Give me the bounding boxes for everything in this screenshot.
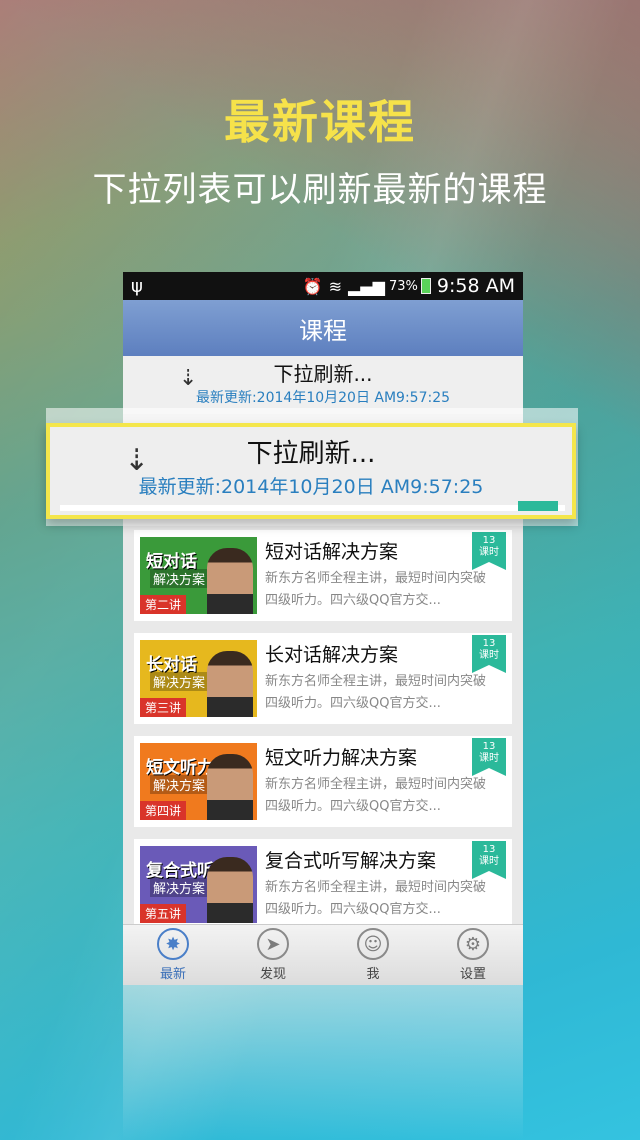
course-thumbnail: 短文听力 解决方案 第四讲 bbox=[140, 743, 257, 820]
course-title: 长对话解决方案 bbox=[265, 644, 399, 666]
lesson-count-badge: 13 课时 bbox=[472, 841, 506, 879]
course-thumbnail: 复合式听写 解决方案 第五讲 bbox=[140, 846, 257, 923]
course-title: 短对话解决方案 bbox=[265, 541, 399, 563]
phone-screen: ψ ⏰ ≋ ▂▄▆ 73% 9:58 AM 课程 ⇣ 下拉刷新... 最新更新:… bbox=[123, 272, 523, 985]
down-arrow-icon: ⇣ bbox=[124, 443, 150, 478]
page-title: 课程 bbox=[299, 316, 347, 345]
promo-headline: 最新课程 bbox=[224, 95, 416, 149]
lesson-count-badge: 13 课时 bbox=[472, 738, 506, 776]
tab-latest[interactable]: ✸ 最新 bbox=[123, 925, 223, 985]
thumb-subtitle: 解决方案 bbox=[150, 775, 209, 794]
course-description: 新东方名师全程主讲，最短时间内突破四级听力。四六级QQ官方交... bbox=[265, 674, 487, 711]
tab-label: 最新 bbox=[159, 967, 186, 982]
course-description: 新东方名师全程主讲，最短时间内突破四级听力。四六级QQ官方交... bbox=[265, 571, 487, 608]
thumb-subtitle: 解决方案 bbox=[150, 672, 209, 691]
gear-icon: ⚙ bbox=[457, 928, 489, 960]
app-title-bar: 课程 bbox=[123, 300, 523, 356]
course-title: 短文听力解决方案 bbox=[265, 747, 418, 769]
status-time: 9:58 AM bbox=[436, 275, 515, 297]
teacher-photo bbox=[207, 754, 253, 820]
course-card[interactable]: 短文听力 解决方案 第四讲 短文听力解决方案 新东方名师全程主讲，最短时间内突破… bbox=[134, 736, 512, 827]
status-bar: ψ ⏰ ≋ ▂▄▆ 73% 9:58 AM bbox=[123, 272, 523, 300]
lesson-count-badge: 13 课时 bbox=[472, 532, 506, 570]
course-card[interactable]: 长对话 解决方案 第三讲 长对话解决方案 新东方名师全程主讲，最短时间内突破四级… bbox=[134, 633, 512, 724]
down-arrow-icon: ⇣ bbox=[179, 366, 198, 391]
battery-percent: 73% bbox=[388, 278, 418, 294]
course-thumbnail: 短对话 解决方案 第二讲 bbox=[140, 537, 257, 614]
course-card[interactable]: 复合式听写 解决方案 第五讲 复合式听写解决方案 新东方名师全程主讲，最短时间内… bbox=[134, 839, 512, 930]
news-icon: ✸ bbox=[157, 928, 189, 960]
course-description: 新东方名师全程主讲，最短时间内突破四级听力。四六级QQ官方交... bbox=[265, 777, 487, 814]
pull-refresh-header[interactable]: ⇣ 下拉刷新... 最新更新:2014年10月20日 AM9:57:25 bbox=[123, 356, 523, 414]
battery-icon bbox=[420, 278, 431, 294]
phone-reflection bbox=[123, 985, 523, 1140]
thumb-subtitle: 解决方案 bbox=[150, 878, 209, 897]
pull-refresh-callout: ⇣ 下拉刷新... 最新更新:2014年10月20日 AM9:57:25 bbox=[46, 423, 576, 519]
lesson-count-badge: 13 课时 bbox=[472, 635, 506, 673]
tab-me[interactable]: ☺ 我 bbox=[323, 925, 423, 985]
lecture-label: 第五讲 bbox=[140, 904, 187, 923]
course-title: 复合式听写解决方案 bbox=[265, 850, 437, 872]
compass-icon: ➤ bbox=[257, 928, 289, 960]
lecture-label: 第二讲 bbox=[140, 595, 187, 614]
person-icon: ☺ bbox=[357, 928, 389, 960]
tab-discover[interactable]: ➤ 发现 bbox=[223, 925, 323, 985]
signal-icon: ▂▄▆ bbox=[348, 276, 385, 296]
lecture-label: 第四讲 bbox=[140, 801, 187, 820]
thumb-subtitle: 解决方案 bbox=[150, 569, 209, 588]
lecture-label: 第三讲 bbox=[140, 698, 187, 717]
badge-edge bbox=[518, 501, 558, 511]
promo-subline: 下拉列表可以刷新最新的课程 bbox=[92, 170, 548, 210]
alarm-icon: ⏰ bbox=[302, 276, 323, 296]
teacher-photo bbox=[207, 857, 253, 923]
bottom-tab-bar: ✸ 最新 ➤ 发现 ☺ 我 ⚙ 设置 bbox=[123, 924, 523, 985]
course-thumbnail: 长对话 解决方案 第三讲 bbox=[140, 640, 257, 717]
tab-settings[interactable]: ⚙ 设置 bbox=[423, 925, 523, 985]
tab-label: 我 bbox=[366, 967, 380, 982]
tab-label: 设置 bbox=[459, 967, 486, 982]
usb-icon: ψ bbox=[131, 275, 143, 297]
tab-label: 发现 bbox=[259, 967, 286, 982]
course-description: 新东方名师全程主讲，最短时间内突破四级听力。四六级QQ官方交... bbox=[265, 880, 487, 917]
course-card[interactable]: 短对话 解决方案 第二讲 短对话解决方案 新东方名师全程主讲，最短时间内突破四级… bbox=[134, 530, 512, 621]
teacher-photo bbox=[207, 651, 253, 717]
wifi-icon: ≋ bbox=[328, 276, 343, 296]
list-edge bbox=[60, 505, 565, 511]
teacher-photo bbox=[207, 548, 253, 614]
